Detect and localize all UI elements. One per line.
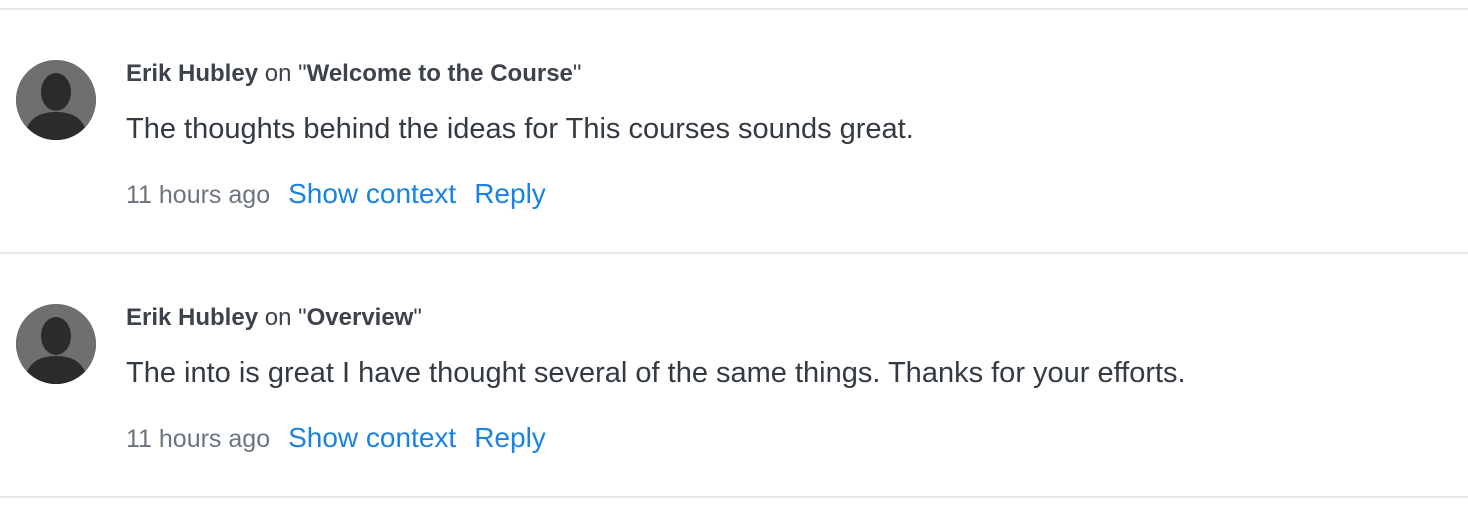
user-avatar-icon[interactable] — [16, 304, 96, 384]
comment-byline: Erik Hubley on "Welcome to the Course" — [126, 59, 581, 89]
reply-link[interactable]: Reply — [474, 422, 546, 453]
lesson-title[interactable]: Welcome to the Course — [307, 60, 573, 87]
on-suffix: " — [413, 304, 422, 331]
author-name[interactable]: Erik Hubley — [126, 304, 258, 331]
show-context-link[interactable]: Show context — [288, 178, 456, 209]
comment-body: The into is great I have thought several… — [126, 357, 1186, 389]
lesson-title[interactable]: Overview — [307, 304, 414, 331]
comment-body: The thoughts behind the ideas for This c… — [126, 113, 914, 145]
user-avatar-icon[interactable] — [16, 60, 96, 140]
show-context-link[interactable]: Show context — [288, 422, 456, 453]
reply-link[interactable]: Reply — [474, 178, 546, 209]
on-suffix: " — [572, 60, 582, 87]
comment-meta: 11 hours ago Show context Reply — [126, 178, 564, 211]
author-name[interactable]: Erik Hubley — [126, 60, 258, 87]
comment-timestamp: 11 hours ago — [126, 181, 271, 209]
comment-item: Erik Hubley on "Welcome to the Course" T… — [0, 10, 1468, 250]
divider — [0, 496, 1468, 498]
comment-byline: Erik Hubley on "Overview" — [126, 303, 422, 333]
comment-item: Erik Hubley on "Overview" The into is gr… — [0, 254, 1468, 494]
comment-timestamp: 11 hours ago — [126, 425, 271, 453]
comment-list: Erik Hubley on "Welcome to the Course" T… — [0, 0, 1468, 506]
on-prefix: on " — [258, 60, 307, 87]
on-prefix: on " — [258, 304, 307, 331]
comment-meta: 11 hours ago Show context Reply — [126, 422, 564, 455]
